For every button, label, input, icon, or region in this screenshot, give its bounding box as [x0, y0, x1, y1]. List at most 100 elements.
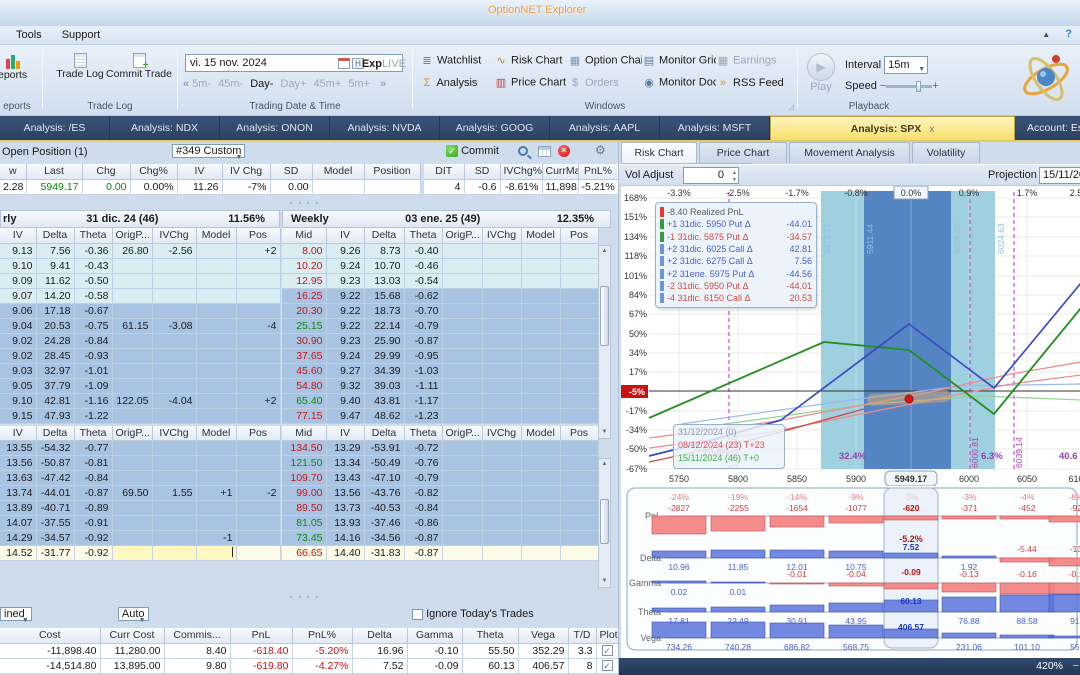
option-row[interactable]: 9.07 14.20 -0.58	[0, 288, 281, 304]
summary-header[interactable]: Cost	[0, 628, 101, 644]
auto-select[interactable]: Auto ▼	[117, 607, 149, 624]
commit-button[interactable]: ✓ Commit	[446, 145, 499, 158]
chain-header[interactable]: Pos	[560, 228, 599, 244]
chain-header[interactable]: Delta	[36, 228, 75, 244]
chain-header[interactable]: Delta	[36, 425, 75, 441]
option-row[interactable]: 9.10 42.81 -1.16 122.05 -4.04 +2	[0, 393, 281, 409]
option-row[interactable]: 20.30 9.22 18.73 -0.70	[282, 303, 599, 319]
calls-scrollbar[interactable]: ▲ ▼	[598, 245, 611, 439]
chain-header[interactable]: IV	[326, 228, 365, 244]
trading-date-field[interactable]: vi. 15 nov. 2024 H Exp LIVE	[185, 54, 406, 72]
chain-header[interactable]: Model	[521, 425, 561, 441]
chain-header[interactable]: IVChg	[152, 228, 197, 244]
chain-header[interactable]: OrigP...	[442, 228, 483, 244]
rss-feed-button[interactable]: » RSS Feed	[716, 77, 790, 89]
speed-slider[interactable]	[886, 80, 933, 92]
risk-chart-button[interactable]: ∿ Risk Chart	[494, 54, 568, 67]
option-row[interactable]: 45.60 9.27 34.39 -1.03	[282, 363, 599, 379]
summary-header[interactable]: Vega	[518, 628, 569, 644]
tab-analysisaapl[interactable]: Analysis: AAPL	[550, 116, 660, 140]
option-row[interactable]: 14.07 -37.55 -0.91	[0, 515, 281, 531]
option-row[interactable]: 12.95 9.23 13.03 -0.54	[282, 273, 599, 289]
menu-tools[interactable]: Tools	[6, 26, 52, 44]
summary-row[interactable]: -14,514.80 13,895.00 9.80 -619.80 -4.27% 7.52…	[0, 658, 619, 674]
chain-header[interactable]: Model	[196, 228, 237, 244]
help-icon[interactable]: ?	[1065, 28, 1072, 40]
chart-tab-price-chart[interactable]: Price Chart	[699, 142, 787, 163]
option-row[interactable]: 13.63 -47.42 -0.84	[0, 470, 281, 486]
chain-header[interactable]: Delta	[364, 228, 405, 244]
option-row[interactable]: 16.25 9.22 15.68 -0.62	[282, 288, 599, 304]
watchlist-button[interactable]: ≣ Watchlist	[420, 54, 494, 67]
chain-header[interactable]: Delta	[364, 425, 405, 441]
summary-row[interactable]: -11,898.40 11,280.00 8.40 -618.40 -5.20% 16.9…	[0, 643, 619, 659]
option-chain-button[interactable]: ▦ Option Chain	[568, 54, 642, 67]
option-row[interactable]: 10.20 9.24 10.70 -0.46	[282, 258, 599, 274]
splitter-handle[interactable]: ▪ ▪ ▪ ▪	[285, 200, 325, 207]
option-row[interactable]: 9.02 28.45 -0.93	[0, 348, 281, 364]
price-chart-button[interactable]: ▥ Price Chart	[494, 76, 568, 89]
ignore-trades-checkbox[interactable]: Ignore Today's Trades	[412, 608, 534, 620]
tab-analysisnvda[interactable]: Analysis: NVDA	[330, 116, 440, 140]
chart-tab-volatility[interactable]: Volatility	[912, 142, 980, 163]
chain-header[interactable]: IVChg	[482, 228, 522, 244]
chain-header[interactable]: Pos	[236, 425, 281, 441]
expiration-header-right[interactable]: Weekly 03 ene. 25 (49) 12.35%	[282, 210, 611, 228]
option-row[interactable]: 30.90 9.23 25.90 -0.87	[282, 333, 599, 349]
chain-header[interactable]: Theta	[404, 425, 443, 441]
chain-header[interactable]: OrigP...	[112, 425, 153, 441]
option-row[interactable]: 25.15 9.22 22.14 -0.79	[282, 318, 599, 334]
summary-header[interactable]: Theta	[462, 628, 519, 644]
play-button[interactable]: ▶ Play	[807, 53, 835, 93]
monitor-dock-button[interactable]: ◉ Monitor Dock	[642, 76, 716, 89]
chain-header[interactable]: IV	[326, 425, 365, 441]
summary-header[interactable]: Delta	[352, 628, 408, 644]
chain-header[interactable]: OrigP...	[112, 228, 153, 244]
dialog-launcher-icon[interactable]: ◿	[789, 103, 794, 111]
summary-header[interactable]: Gamma	[407, 628, 463, 644]
summary-header[interactable]: PnL%	[292, 628, 353, 644]
step-45m+[interactable]: 45m+	[313, 78, 341, 90]
trade-log-button[interactable]: Trade Log	[52, 53, 108, 80]
option-row[interactable]: 9.13 7.56 -0.36 26.80 -2.56 +2	[0, 243, 281, 259]
option-row[interactable]: 14.29 -34.57 -0.92 -1	[0, 530, 281, 546]
option-row[interactable]: 89.50 13.73 -40.53 -0.84	[282, 500, 599, 516]
display-mode-select[interactable]: ined ▼	[0, 607, 32, 624]
option-row[interactable]: 9.05 37.79 -1.09	[0, 378, 281, 394]
tab-analysismsft[interactable]: Analysis: MSFT	[660, 116, 770, 140]
option-row[interactable]: 99.00 13.56 -43.76 -0.82	[282, 485, 599, 501]
option-row[interactable]: 9.09 11.62 -0.50	[0, 273, 281, 289]
chain-header[interactable]: Theta	[74, 425, 113, 441]
option-row[interactable]: 121.50 13.34 -50.49 -0.76	[282, 455, 599, 471]
step-Day+[interactable]: Day+	[280, 78, 306, 90]
strategy-select[interactable]: #349 Custom ▼	[172, 144, 246, 161]
plot-checkbox[interactable]: ✓	[601, 660, 613, 672]
settings-gear-icon[interactable]: ⚙	[595, 143, 606, 157]
summary-header[interactable]: T/D	[568, 628, 597, 644]
find-icon[interactable]	[518, 145, 528, 157]
risk-chart[interactable]: 5873.715911.445986.906024.635793.516000.…	[621, 185, 1080, 487]
expiration-header-left[interactable]: rly 31 dic. 24 (46) 11.56%	[0, 210, 280, 228]
calendar-icon[interactable]	[338, 58, 350, 69]
chain-header[interactable]: OrigP...	[442, 425, 483, 441]
option-row[interactable]: 13.56 -50.87 -0.81	[0, 455, 281, 471]
option-row[interactable]: 13.74 -44.01 -0.87 69.50 1.55 +1 -2	[0, 485, 281, 501]
option-row[interactable]: 9.06 17.18 -0.67	[0, 303, 281, 319]
interval-select[interactable]: 15m ▼	[884, 56, 929, 74]
chain-header[interactable]: IV	[0, 425, 37, 441]
chart-tab-risk-chart[interactable]: Risk Chart	[621, 142, 697, 163]
option-row[interactable]: 73.45 14.16 -34.56 -0.87	[282, 530, 599, 546]
monitor-grid-button[interactable]: ▤ Monitor Grid	[642, 54, 716, 67]
option-row[interactable]: 134.50 13.29 -53.91 -0.72	[282, 440, 599, 456]
tab-analysisndx[interactable]: Analysis: NDX	[110, 116, 220, 140]
chain-header[interactable]: Pos	[236, 228, 281, 244]
option-row[interactable]: 77.15 9.47 48.62 -1.23	[282, 408, 599, 424]
chain-header[interactable]: Model	[521, 228, 561, 244]
tab-analysisonon[interactable]: Analysis: ONON	[220, 116, 330, 140]
summary-header[interactable]: Plot	[596, 628, 619, 644]
chain-header[interactable]: IV	[0, 228, 37, 244]
tab-analysises[interactable]: Analysis: /ES	[0, 116, 110, 140]
analysis-button[interactable]: Σ Analysis	[420, 77, 494, 89]
option-row[interactable]: 9.10 9.41 -0.43	[0, 258, 281, 274]
menu-support[interactable]: Support	[52, 26, 111, 44]
